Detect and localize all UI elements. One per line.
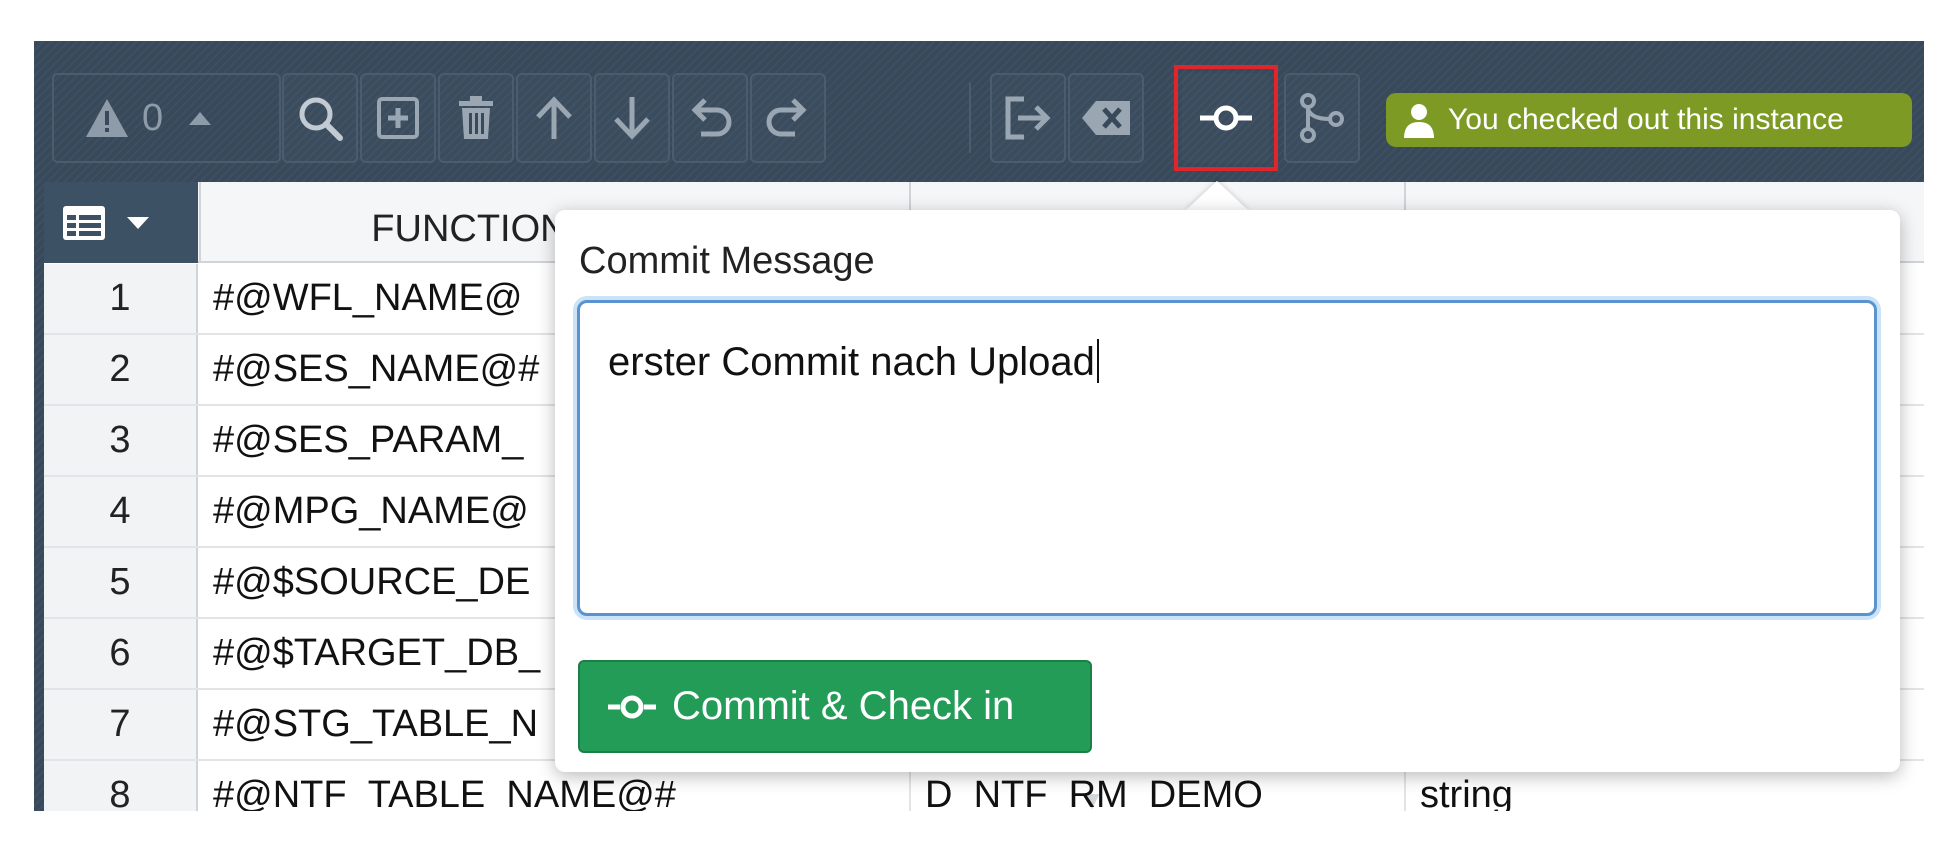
branch-button[interactable] — [1284, 73, 1360, 163]
checkout-status-badge: You checked out this instance — [1386, 93, 1912, 147]
move-up-button[interactable] — [516, 73, 592, 163]
add-row-button[interactable] — [360, 73, 436, 163]
commit-popover: Commit Message erster Commit nach Upload… — [555, 210, 1900, 772]
row-number: 6 — [44, 619, 198, 688]
row-number: 1 — [44, 264, 198, 333]
row-number: 8 — [44, 761, 198, 811]
row-number: 4 — [44, 477, 198, 546]
commit-and-check-in-button[interactable]: Commit & Check in — [578, 660, 1092, 753]
caret-up-icon — [189, 112, 212, 125]
undo-button[interactable] — [672, 73, 748, 163]
grid-menu-button[interactable] — [44, 182, 198, 263]
commit-icon — [608, 695, 656, 718]
table-icon — [63, 205, 105, 240]
search-button[interactable] — [282, 73, 358, 163]
branch-icon — [1300, 93, 1344, 143]
popover-arrow — [1185, 181, 1249, 211]
redo-button[interactable] — [750, 73, 826, 163]
row-number: 7 — [44, 690, 198, 759]
row-number: 3 — [44, 406, 198, 475]
validation-counter[interactable]: 0 — [52, 73, 281, 163]
backspace-icon — [1082, 101, 1130, 135]
row-number: 5 — [44, 548, 198, 617]
arrow-down-icon — [614, 97, 650, 140]
commit-message-input[interactable]: erster Commit nach Upload — [577, 300, 1877, 616]
undo-icon — [691, 98, 732, 137]
plus-square-icon — [377, 97, 419, 139]
delete-button[interactable] — [438, 73, 514, 163]
search-icon — [299, 97, 343, 141]
warning-icon — [86, 99, 128, 137]
user-icon — [1404, 104, 1434, 138]
trash-icon — [459, 96, 493, 139]
checkout-status-text: You checked out this instance — [1448, 103, 1844, 136]
arrow-up-icon — [536, 96, 572, 139]
sign-out-icon — [1005, 96, 1051, 140]
caret-down-icon — [127, 216, 149, 229]
commit-message-text: erster Commit nach Upload — [608, 340, 1095, 384]
warning-count: 0 — [142, 96, 164, 139]
toolbar-divider — [969, 83, 971, 153]
commit-button-label: Commit & Check in — [672, 684, 1015, 728]
commit-button-highlight — [1174, 65, 1278, 171]
export-button[interactable] — [990, 73, 1066, 163]
toolbar: 0 You checked out this instance — [34, 41, 1924, 181]
move-down-button[interactable] — [594, 73, 670, 163]
row-number: 2 — [44, 335, 198, 404]
commit-message-label: Commit Message — [579, 240, 875, 282]
clear-button[interactable] — [1068, 73, 1144, 163]
redo-icon — [766, 98, 807, 137]
page-background — [0, 812, 1951, 850]
text-caret — [1096, 339, 1099, 383]
